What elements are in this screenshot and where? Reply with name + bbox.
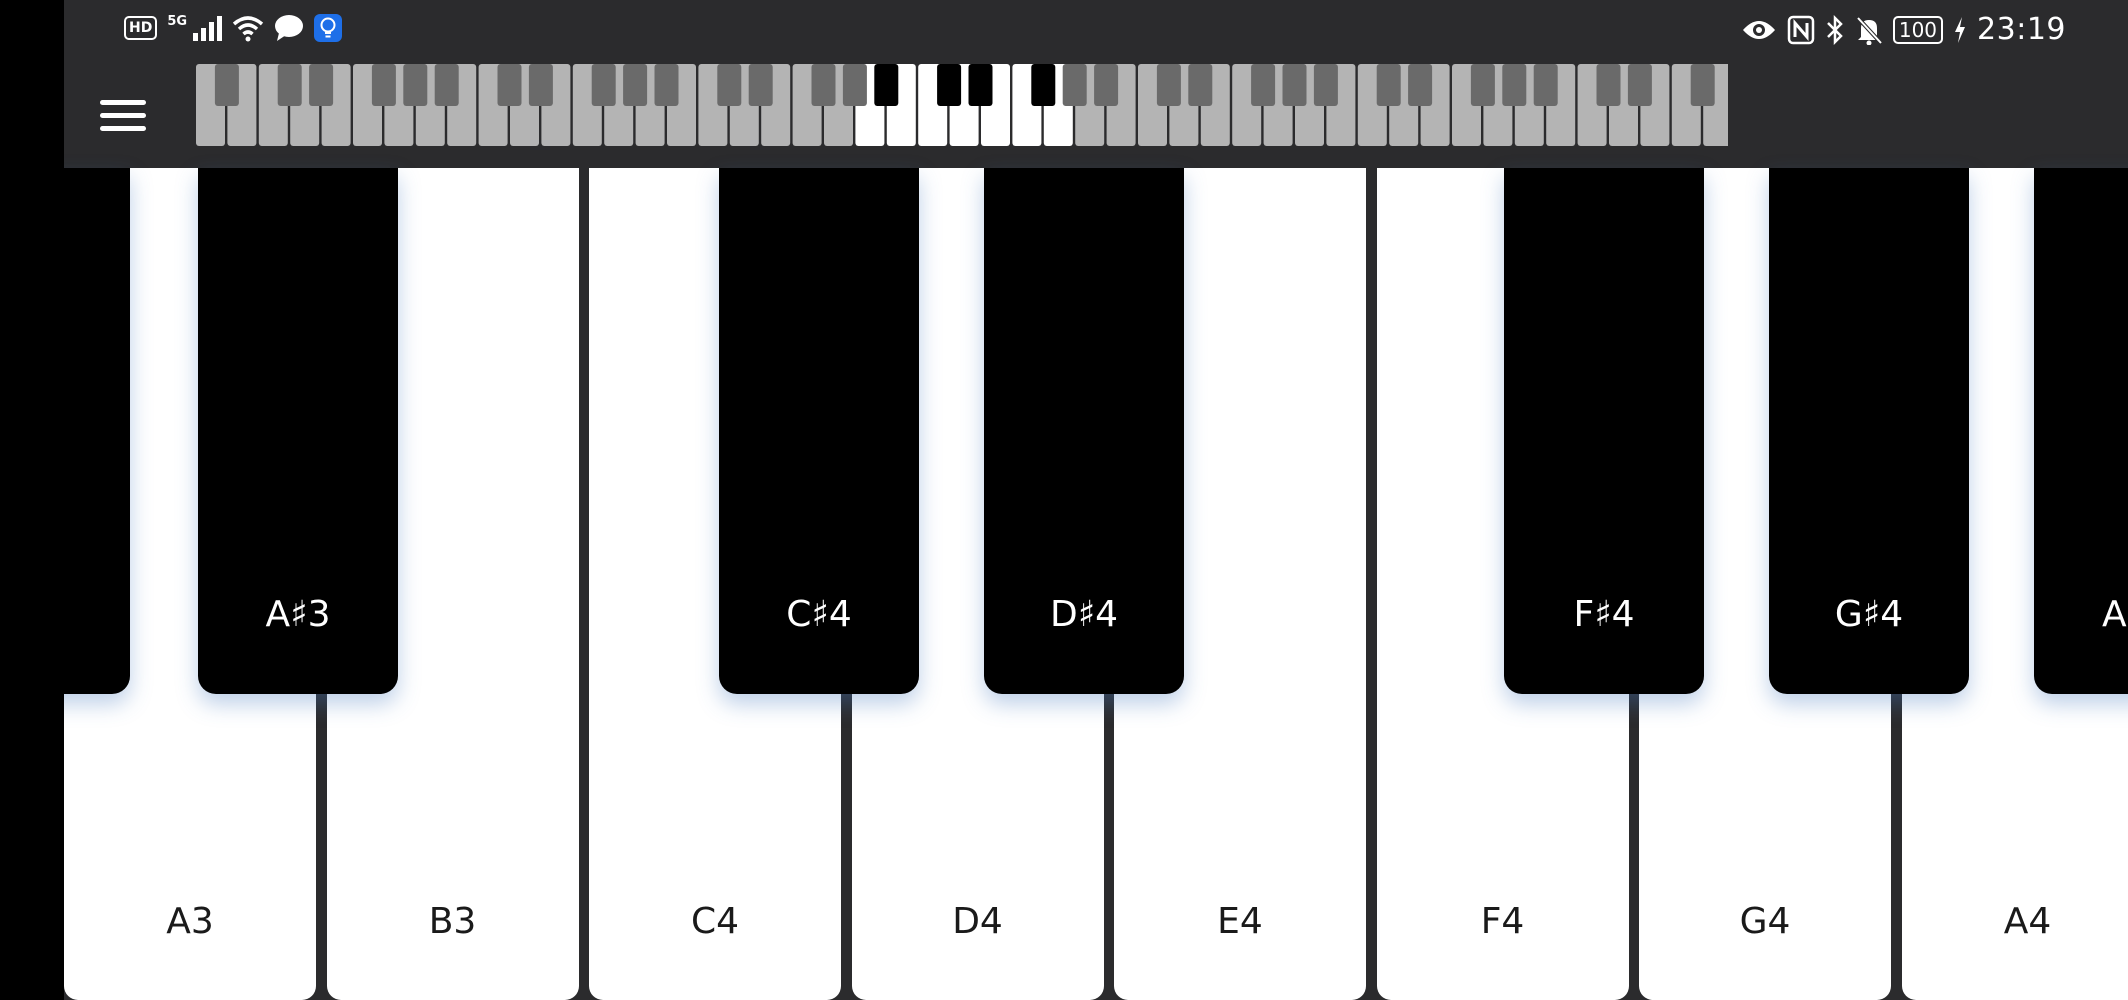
black-key[interactable]: A♯ — [2034, 168, 2128, 694]
black-key[interactable]: D♯4 — [984, 168, 1184, 694]
white-key-label: C4 — [690, 901, 740, 942]
mini-black-key-active — [1031, 64, 1056, 106]
white-key-label: F4 — [1480, 901, 1525, 942]
mini-black-key — [842, 64, 867, 106]
black-key[interactable]: C♯4 — [719, 168, 919, 694]
mini-black-key — [371, 64, 396, 106]
white-key-label: A4 — [2003, 901, 2052, 942]
mini-black-key — [403, 64, 428, 106]
signal-icon — [193, 15, 223, 41]
mini-black-key — [654, 64, 679, 106]
black-key-label: D♯4 — [1049, 594, 1119, 635]
black-key-label: G♯4 — [1834, 594, 1904, 635]
status-bar: HD 5G 100 23:19 — [64, 0, 2128, 64]
mini-black-key — [1156, 64, 1181, 106]
mini-black-key — [748, 64, 773, 106]
mini-black-key-active — [937, 64, 962, 106]
mini-black-key — [591, 64, 616, 106]
mini-black-key — [717, 64, 742, 106]
mini-black-key — [1094, 64, 1119, 106]
wifi-icon — [232, 16, 264, 42]
hamburger-menu-icon[interactable] — [98, 94, 148, 138]
mute-bell-icon — [1856, 16, 1883, 45]
mini-black-key — [1313, 64, 1338, 106]
mini-black-key — [1502, 64, 1527, 106]
black-key-label: A♯ — [2102, 594, 2128, 635]
mini-black-key — [1690, 64, 1715, 106]
piano-keyboard[interactable]: A3 B3 C4 D4 E4 F4 G4 A4 A♯3 C♯4 D♯4 F♯4 G♯4 A♯ — [64, 168, 2128, 1000]
charging-bolt-icon — [1955, 16, 1966, 43]
white-key-label: B3 — [428, 901, 477, 942]
mini-black-key — [1408, 64, 1433, 106]
black-key-label: F♯4 — [1573, 594, 1635, 635]
mini-black-key — [214, 64, 239, 106]
mini-black-key — [1596, 64, 1621, 106]
mini-black-key — [528, 64, 553, 106]
network-type: 5G — [167, 14, 188, 29]
white-key-label: E4 — [1217, 901, 1263, 942]
mini-black-key — [1627, 64, 1652, 106]
black-key-label: A♯3 — [265, 594, 331, 635]
white-key-label: G4 — [1739, 901, 1791, 942]
battery-icon: 100 — [1892, 15, 1944, 44]
bulb-app-icon — [314, 14, 343, 42]
mini-black-key — [1470, 64, 1495, 106]
mini-black-key — [497, 64, 522, 106]
status-bar-left: HD 5G — [124, 14, 343, 42]
toolbar — [64, 64, 2128, 168]
black-key[interactable]: A♯3 — [198, 168, 398, 694]
black-key[interactable] — [64, 168, 130, 694]
mini-black-key — [1062, 64, 1087, 106]
eye-icon — [1742, 20, 1775, 39]
nfc-icon — [1787, 15, 1815, 44]
mini-black-key — [1533, 64, 1558, 106]
mini-black-key — [309, 64, 334, 106]
mini-black-key-active — [874, 64, 899, 106]
white-key-label: A3 — [166, 901, 214, 942]
black-key-label: C♯4 — [786, 594, 852, 635]
mini-black-key — [434, 64, 459, 106]
black-key[interactable]: G♯4 — [1769, 168, 1969, 694]
piano-app: HD 5G 100 23:19 A3 B3 C4 D4 E4 F4 G4 A4 … — [64, 0, 2128, 1000]
bluetooth-icon — [1826, 14, 1843, 45]
mini-black-key — [623, 64, 648, 106]
status-time: 23:19 — [1977, 12, 2066, 47]
mini-black-key — [1251, 64, 1276, 106]
mini-black-key-active — [968, 64, 993, 106]
status-bar-right: 100 23:19 — [1741, 12, 2066, 47]
mini-black-key — [277, 64, 302, 106]
mini-black-key — [1376, 64, 1401, 106]
hd-icon: HD — [124, 16, 158, 40]
mini-black-key — [1188, 64, 1213, 106]
mini-keyboard-navigator[interactable] — [196, 64, 1728, 148]
mini-black-key — [1282, 64, 1307, 106]
black-key[interactable]: F♯4 — [1504, 168, 1704, 694]
chat-bubble-icon — [275, 15, 304, 41]
mini-black-key — [811, 64, 836, 106]
white-key-label: D4 — [952, 901, 1003, 942]
mini-keyboard[interactable] — [196, 64, 1728, 148]
